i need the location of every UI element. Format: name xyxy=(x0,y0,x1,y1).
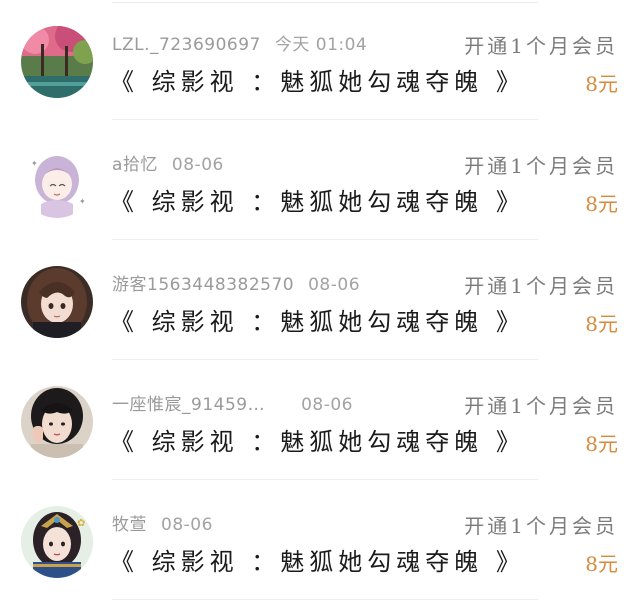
membership-record-list: LZL._723690697 今天 01:04 《 综影视 ：魅狐她勾魂夺魄 》 … xyxy=(0,0,640,606)
username[interactable]: 游客1563448382570 xyxy=(112,275,294,295)
username[interactable]: LZL._723690697 xyxy=(112,35,261,55)
timestamp: 08-06 xyxy=(171,155,224,175)
list-item[interactable]: LZL._723690697 今天 01:04 《 综影视 ：魅狐她勾魂夺魄 》 … xyxy=(0,0,640,120)
svg-text:✦: ✦ xyxy=(79,197,86,206)
list-item[interactable]: ✦ ✦ a拾忆 08-06 《 综影视 ：魅狐她勾魂夺魄 》 开通1个月会员 8元 xyxy=(0,120,640,240)
record-meta: LZL._723690697 今天 01:04 xyxy=(112,30,367,55)
timestamp: 08-06 xyxy=(308,275,361,295)
item-divider xyxy=(112,599,538,600)
price: 8元 xyxy=(585,72,618,96)
purchase-description: 开通1个月会员 xyxy=(464,394,618,418)
list-item[interactable]: 游客1563448382570 08-06 《 综影视 ：魅狐她勾魂夺魄 》 开通… xyxy=(0,240,640,360)
record-meta: a拾忆 08-06 xyxy=(112,150,224,175)
avatar-costume-character-icon: ✿ xyxy=(21,506,93,578)
book-title[interactable]: 《 综影视 ：魅狐她勾魂夺魄 》 xyxy=(110,302,525,337)
avatar[interactable] xyxy=(21,386,93,458)
avatar[interactable] xyxy=(21,266,93,338)
avatar-anime-girl-sketch-icon: ✦ ✦ xyxy=(21,146,93,218)
svg-text:✦: ✦ xyxy=(31,159,38,168)
username[interactable]: 牧萱 xyxy=(112,515,147,535)
avatar-anime-girl-brown-hair-icon xyxy=(21,266,93,338)
list-item[interactable]: ✿ 牧萱 08-06 《 综影视 ：魅狐她勾魂夺魄 》 开通1个月会员 8元 xyxy=(0,480,640,600)
timestamp: 08-06 xyxy=(161,515,213,535)
price: 8元 xyxy=(585,552,618,576)
book-title[interactable]: 《 综影视 ：魅狐她勾魂夺魄 》 xyxy=(110,542,525,577)
price: 8元 xyxy=(585,192,618,216)
book-title[interactable]: 《 综影视 ：魅狐她勾魂夺魄 》 xyxy=(110,182,525,217)
avatar-forest-landscape-icon xyxy=(21,26,93,98)
avatar[interactable]: ✿ xyxy=(21,506,93,578)
record-meta: 一座惟宸_91459… 08-06 xyxy=(112,390,353,415)
record-meta: 游客1563448382570 08-06 xyxy=(112,270,360,295)
price: 8元 xyxy=(585,312,618,336)
timestamp: 08-06 xyxy=(301,395,353,415)
avatar-girl-photo-icon xyxy=(21,386,93,458)
list-item[interactable]: 一座惟宸_91459… 08-06 《 综影视 ：魅狐她勾魂夺魄 》 开通1个月会… xyxy=(0,360,640,480)
svg-text:✿: ✿ xyxy=(77,518,85,529)
book-title[interactable]: 《 综影视 ：魅狐她勾魂夺魄 》 xyxy=(110,62,525,97)
purchase-description: 开通1个月会员 xyxy=(464,34,618,58)
price: 8元 xyxy=(585,432,618,456)
timestamp: 今天 01:04 xyxy=(274,35,368,55)
book-title[interactable]: 《 综影视 ：魅狐她勾魂夺魄 》 xyxy=(110,422,525,457)
avatar[interactable]: ✦ ✦ xyxy=(21,146,93,218)
avatar[interactable] xyxy=(21,26,93,98)
username[interactable]: 一座惟宸_91459… xyxy=(112,395,265,415)
purchase-description: 开通1个月会员 xyxy=(464,154,618,178)
record-meta: 牧萱 08-06 xyxy=(112,510,213,535)
purchase-description: 开通1个月会员 xyxy=(464,274,618,298)
username[interactable]: a拾忆 xyxy=(112,155,158,175)
purchase-description: 开通1个月会员 xyxy=(464,514,618,538)
